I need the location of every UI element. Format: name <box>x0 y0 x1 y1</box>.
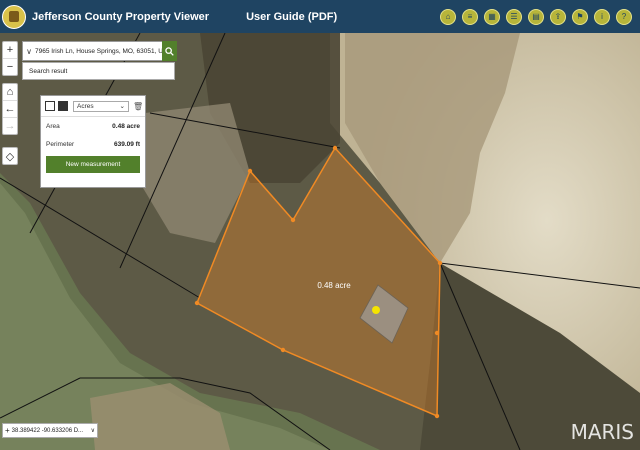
coordinate-text: 38.389422 -90.633206 D... <box>11 427 84 434</box>
polygon-area-label: 0.48 acre <box>317 281 351 290</box>
next-extent-icon[interactable]: → <box>3 118 17 134</box>
coordinate-readout: + 38.389422 -90.633206 D... ∨ <box>2 423 98 438</box>
search-result-panel[interactable]: Search result <box>22 62 175 80</box>
legend-tool-icon[interactable]: ☰ <box>506 9 522 25</box>
home-tool-icon[interactable]: ⌂ <box>440 9 456 25</box>
previous-extent-icon[interactable]: ← <box>3 101 17 118</box>
info-tool-icon[interactable]: i <box>594 9 610 25</box>
app-header: Jefferson County Property Viewer User Gu… <box>0 0 640 33</box>
share-tool-icon[interactable]: ⇪ <box>550 9 566 25</box>
search-result-label: Search result <box>29 67 68 75</box>
chevron-down-icon: ⌄ <box>119 103 125 110</box>
help-tool-icon[interactable]: ? <box>616 9 632 25</box>
nav-controls: ⌂ ← → <box>2 83 18 135</box>
area-row: Area 0.48 acre <box>41 117 145 135</box>
unit-select-value: Acres <box>77 102 94 110</box>
area-label: Area <box>46 122 60 130</box>
maris-watermark: MARIS <box>570 420 634 444</box>
area-value: 0.48 acre <box>112 122 140 130</box>
locate-icon[interactable]: ◇ <box>3 148 17 164</box>
area-tool-icon[interactable] <box>58 101 68 111</box>
unit-select[interactable]: Acres ⌄ <box>73 100 129 112</box>
measurement-panel: Acres ⌄ 🗑 Area 0.48 acre Perimeter 639.0… <box>40 95 146 188</box>
bookmark-tool-icon[interactable]: ⚑ <box>572 9 588 25</box>
search-button[interactable] <box>162 41 177 61</box>
new-measurement-button[interactable]: New measurement <box>46 156 140 173</box>
zoom-controls: + − <box>2 41 18 76</box>
crosshair-icon: + <box>5 426 10 435</box>
perimeter-row: Perimeter 639.09 ft <box>41 135 145 153</box>
zoom-in-button[interactable]: + <box>3 42 17 59</box>
county-seal-logo <box>2 4 26 29</box>
locate-controls: ◇ <box>2 147 18 165</box>
header-toolbar: ⌂ ≡ ▦ ☰ ▤ ⇪ ⚑ i ? <box>440 9 632 25</box>
home-view-icon[interactable]: ⌂ <box>3 84 17 101</box>
search-box[interactable]: ∨ 7965 Irish Ln, House Springs, MO, 6305… <box>22 41 177 61</box>
trash-icon[interactable]: 🗑 <box>133 102 143 111</box>
app-title: Jefferson County Property Viewer <box>32 10 210 23</box>
search-icon <box>165 46 174 56</box>
chevron-down-icon[interactable]: ∨ <box>91 427 95 434</box>
perimeter-value: 639.09 ft <box>113 140 140 148</box>
layers-tool-icon[interactable]: ≡ <box>462 9 478 25</box>
search-input[interactable]: 7965 Irish Ln, House Springs, MO, 63051,… <box>35 48 166 55</box>
print-tool-icon[interactable]: ▤ <box>528 9 544 25</box>
basemap-tool-icon[interactable]: ▦ <box>484 9 500 25</box>
perimeter-label: Perimeter <box>46 140 75 148</box>
distance-tool-icon[interactable] <box>45 101 55 111</box>
user-guide-link[interactable]: User Guide (PDF) <box>246 11 337 23</box>
zoom-out-button[interactable]: − <box>3 59 17 75</box>
chevron-down-icon[interactable]: ∨ <box>23 47 35 56</box>
